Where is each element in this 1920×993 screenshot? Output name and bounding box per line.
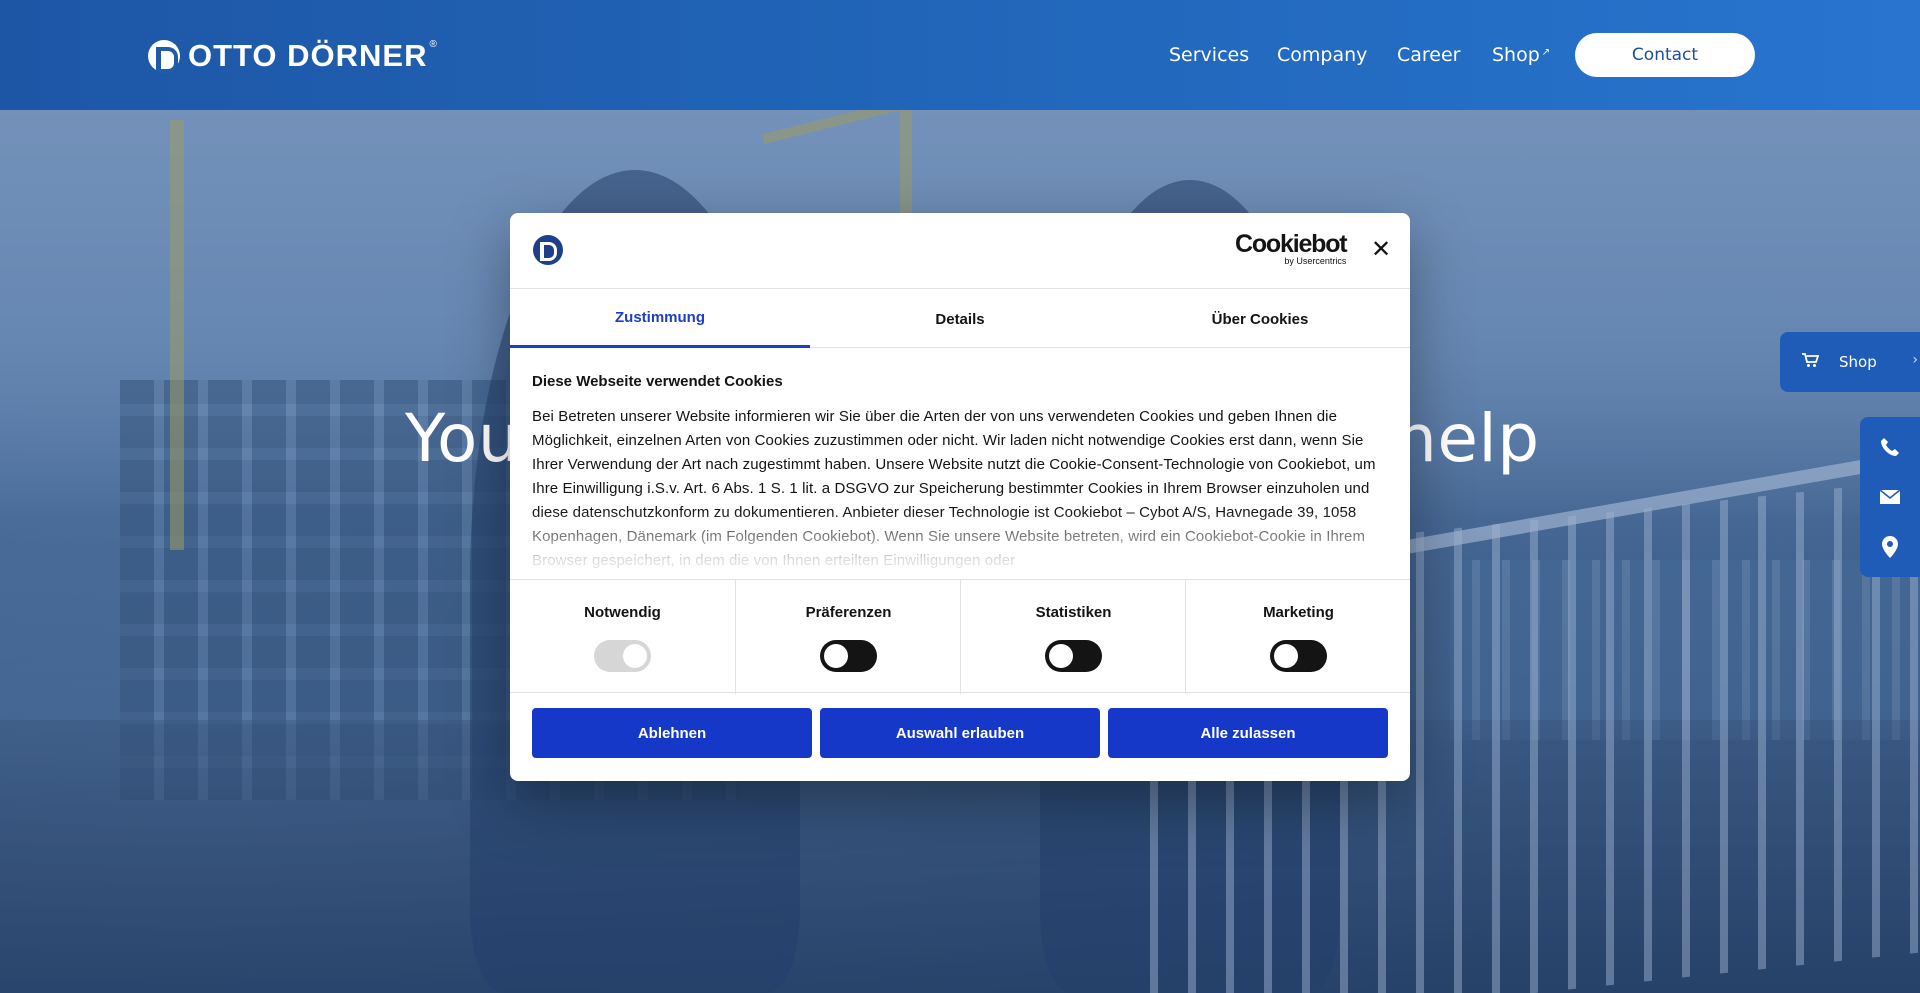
toggle-statistiken[interactable] [1045, 640, 1102, 672]
external-link-icon: ↗ [1541, 47, 1551, 58]
nav-shop-label: Shop [1492, 44, 1540, 66]
category-marketing: Marketing [1185, 580, 1410, 694]
phone-icon[interactable] [1860, 422, 1920, 472]
hero-headline: You [405, 400, 521, 477]
cookie-consent-dialog: Cookiebot by Usercentrics ✕ Zustimmung D… [510, 213, 1410, 781]
toggle-marketing[interactable] [1270, 640, 1327, 672]
allow-selection-button[interactable]: Auswahl erlauben [820, 708, 1100, 758]
cookiebot-brand: Cookiebot [1235, 230, 1348, 258]
side-shop-label: Shop [1839, 353, 1877, 371]
side-contact-bar [1860, 417, 1920, 577]
mail-icon[interactable] [1860, 472, 1920, 522]
dialog-title: Diese Webseite verwendet Cookies [532, 373, 783, 390]
logo[interactable]: OTTO DÖRNER ® [148, 38, 437, 74]
hero-headline-end: help [1395, 400, 1540, 477]
dialog-tabs: Zustimmung Details Über Cookies [510, 290, 1410, 348]
contact-button[interactable]: Contact [1575, 33, 1755, 77]
close-icon[interactable]: ✕ [1370, 238, 1392, 262]
logo-mark-icon [148, 40, 180, 73]
dialog-body[interactable]: Diese Webseite verwendet Cookies Bei Bet… [532, 373, 1388, 593]
logo-registered: ® [429, 38, 437, 50]
toggle-praeferenzen[interactable] [820, 640, 877, 672]
allow-all-button[interactable]: Alle zulassen [1108, 708, 1388, 758]
category-statistiken: Statistiken [960, 580, 1185, 694]
consent-categories: Notwendig Präferenzen Statistiken Market… [510, 579, 1410, 694]
category-label: Notwendig [584, 604, 661, 621]
nav-career[interactable]: Career [1397, 44, 1461, 66]
category-praeferenzen: Präferenzen [735, 580, 960, 694]
category-label: Statistiken [1035, 604, 1112, 621]
nav-services[interactable]: Services [1169, 44, 1249, 66]
nav-shop[interactable]: Shop ↗ [1492, 44, 1550, 66]
dialog-header: Cookiebot by Usercentrics ✕ [510, 213, 1410, 289]
cart-icon [1802, 352, 1820, 372]
toggle-notwendig [594, 640, 651, 672]
tab-ueber-cookies[interactable]: Über Cookies [1110, 290, 1410, 348]
category-label: Präferenzen [805, 604, 892, 621]
category-label: Marketing [1263, 604, 1334, 621]
side-shop-button[interactable]: Shop › [1780, 332, 1920, 392]
decline-button[interactable]: Ablehnen [532, 708, 812, 758]
category-notwendig: Notwendig [510, 580, 735, 694]
site-logo-icon [533, 235, 563, 265]
chevron-right-icon: › [1912, 352, 1918, 368]
tab-details[interactable]: Details [810, 290, 1110, 348]
site-header: OTTO DÖRNER ® Services Company Career Sh… [0, 0, 1920, 110]
nav-company[interactable]: Company [1277, 44, 1367, 66]
location-icon[interactable] [1860, 522, 1920, 572]
tab-zustimmung[interactable]: Zustimmung [510, 290, 810, 348]
cookiebot-logo[interactable]: Cookiebot by Usercentrics [1235, 230, 1348, 267]
logo-text: OTTO DÖRNER [188, 38, 428, 73]
